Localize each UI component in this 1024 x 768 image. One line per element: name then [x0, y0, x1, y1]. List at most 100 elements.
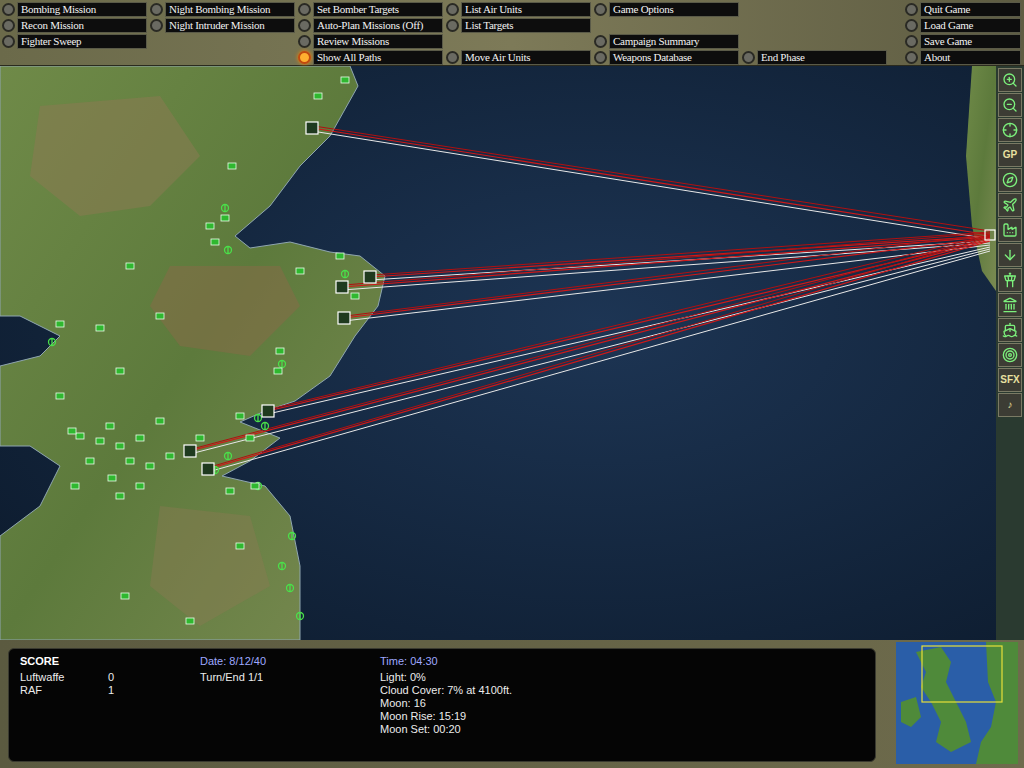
menu-button[interactable]: Fighter Sweep	[2, 33, 147, 49]
menu-button[interactable]: List Targets	[446, 17, 591, 33]
airbase-icon[interactable]	[336, 281, 348, 293]
menu-button[interactable]: Night Intruder Mission	[150, 17, 295, 33]
unit-marker-icon[interactable]	[116, 368, 124, 374]
unit-marker-icon[interactable]	[106, 423, 114, 429]
port-anchor-icon[interactable]	[279, 360, 286, 368]
toolbar-button[interactable]	[998, 68, 1022, 92]
port-anchor-icon[interactable]	[222, 204, 229, 212]
unit-marker-icon[interactable]	[296, 268, 304, 274]
port-anchor-icon[interactable]	[342, 270, 349, 278]
menu-button[interactable]: List Air Units	[446, 1, 591, 17]
toolbar-button[interactable]: GP	[998, 143, 1022, 167]
menu-button-knob-icon	[298, 51, 311, 64]
menu-button[interactable]: Recon Mission	[2, 17, 147, 33]
unit-marker-icon[interactable]	[96, 438, 104, 444]
unit-marker-icon[interactable]	[136, 435, 144, 441]
port-anchor-icon[interactable]	[297, 612, 304, 620]
unit-marker-icon[interactable]	[68, 428, 76, 434]
unit-marker-icon[interactable]	[146, 463, 154, 469]
unit-marker-icon[interactable]	[136, 483, 144, 489]
menu-button[interactable]: Auto-Plan Missions (Off)	[298, 17, 443, 33]
toolbar-button[interactable]: SFX	[998, 368, 1022, 392]
target-marker-icon[interactable]	[985, 230, 995, 240]
unit-marker-icon[interactable]	[236, 413, 244, 419]
port-anchor-icon[interactable]	[279, 562, 286, 570]
menu-button[interactable]: Night Bombing Mission	[150, 1, 295, 17]
unit-marker-icon[interactable]	[246, 435, 254, 441]
port-anchor-icon[interactable]	[255, 414, 262, 422]
toolbar-button[interactable]	[998, 218, 1022, 242]
unit-marker-icon[interactable]	[314, 93, 322, 99]
overview-minimap[interactable]	[896, 642, 1018, 764]
menu-button[interactable]: Show All Paths	[298, 49, 443, 65]
unit-marker-icon[interactable]	[236, 543, 244, 549]
menu-button[interactable]: Campaign Summary	[594, 33, 739, 49]
viewport-frame[interactable]	[922, 646, 1002, 702]
menu-button[interactable]: Quit Game	[905, 1, 1021, 17]
unit-marker-icon[interactable]	[251, 483, 259, 489]
unit-marker-icon[interactable]	[108, 475, 116, 481]
toolbar-button[interactable]	[998, 343, 1022, 367]
toolbar-button[interactable]	[998, 293, 1022, 317]
unit-marker-icon[interactable]	[156, 313, 164, 319]
menu-button[interactable]: Move Air Units	[446, 49, 591, 65]
toolbar-button[interactable]	[998, 193, 1022, 217]
unit-marker-icon[interactable]	[228, 163, 236, 169]
unit-marker-icon[interactable]	[121, 593, 129, 599]
menu-button[interactable]: Game Options	[594, 1, 739, 17]
unit-marker-icon[interactable]	[276, 348, 284, 354]
unit-marker-icon[interactable]	[126, 458, 134, 464]
toolbar-button[interactable]	[998, 318, 1022, 342]
menu-button[interactable]: End Phase	[742, 49, 887, 65]
menu-button[interactable]: Review Missions	[298, 33, 443, 49]
toolbar-button[interactable]	[998, 243, 1022, 267]
unit-marker-icon[interactable]	[206, 223, 214, 229]
menu-button[interactable]: Save Game	[905, 33, 1021, 49]
toolbar-button[interactable]	[998, 93, 1022, 117]
airbase-icon[interactable]	[306, 122, 318, 134]
unit-marker-icon[interactable]	[166, 453, 174, 459]
tool-icon	[1002, 272, 1018, 288]
port-anchor-icon[interactable]	[225, 452, 232, 460]
unit-marker-icon[interactable]	[56, 321, 64, 327]
campaign-map[interactable]	[0, 66, 996, 640]
unit-marker-icon[interactable]	[126, 263, 134, 269]
port-anchor-icon[interactable]	[225, 246, 232, 254]
unit-marker-icon[interactable]	[211, 239, 219, 245]
unit-marker-icon[interactable]	[116, 443, 124, 449]
airbase-icon[interactable]	[184, 445, 196, 457]
unit-marker-icon[interactable]	[76, 433, 84, 439]
unit-marker-icon[interactable]	[96, 325, 104, 331]
unit-marker-icon[interactable]	[274, 368, 282, 374]
unit-marker-icon[interactable]	[56, 393, 64, 399]
airbase-icon[interactable]	[338, 312, 350, 324]
flight-path	[344, 234, 990, 321]
unit-marker-icon[interactable]	[196, 435, 204, 441]
toolbar-button[interactable]	[998, 118, 1022, 142]
unit-marker-icon[interactable]	[86, 458, 94, 464]
unit-marker-icon[interactable]	[226, 488, 234, 494]
unit-marker-icon[interactable]	[336, 253, 344, 259]
unit-marker-icon[interactable]	[116, 493, 124, 499]
unit-marker-icon[interactable]	[156, 418, 164, 424]
airbase-icon[interactable]	[364, 271, 376, 283]
unit-marker-icon[interactable]	[341, 77, 349, 83]
toolbar-button[interactable]	[998, 268, 1022, 292]
toolbar-button[interactable]	[998, 168, 1022, 192]
airbase-icon[interactable]	[202, 463, 214, 475]
toolbar-button[interactable]: ♪	[998, 393, 1022, 417]
port-anchor-icon[interactable]	[262, 422, 269, 430]
unit-marker-icon[interactable]	[351, 293, 359, 299]
port-anchor-icon[interactable]	[49, 338, 56, 346]
unit-marker-icon[interactable]	[221, 215, 229, 221]
port-anchor-icon[interactable]	[287, 584, 294, 592]
unit-marker-icon[interactable]	[71, 483, 79, 489]
menu-button[interactable]: Set Bomber Targets	[298, 1, 443, 17]
airbase-icon[interactable]	[262, 405, 274, 417]
port-anchor-icon[interactable]	[289, 532, 296, 540]
unit-marker-icon[interactable]	[186, 618, 194, 624]
menu-button[interactable]: About	[905, 49, 1021, 65]
menu-button[interactable]: Load Game	[905, 17, 1021, 33]
menu-button[interactable]: Weapons Database	[594, 49, 739, 65]
menu-button[interactable]: Bombing Mission	[2, 1, 147, 17]
